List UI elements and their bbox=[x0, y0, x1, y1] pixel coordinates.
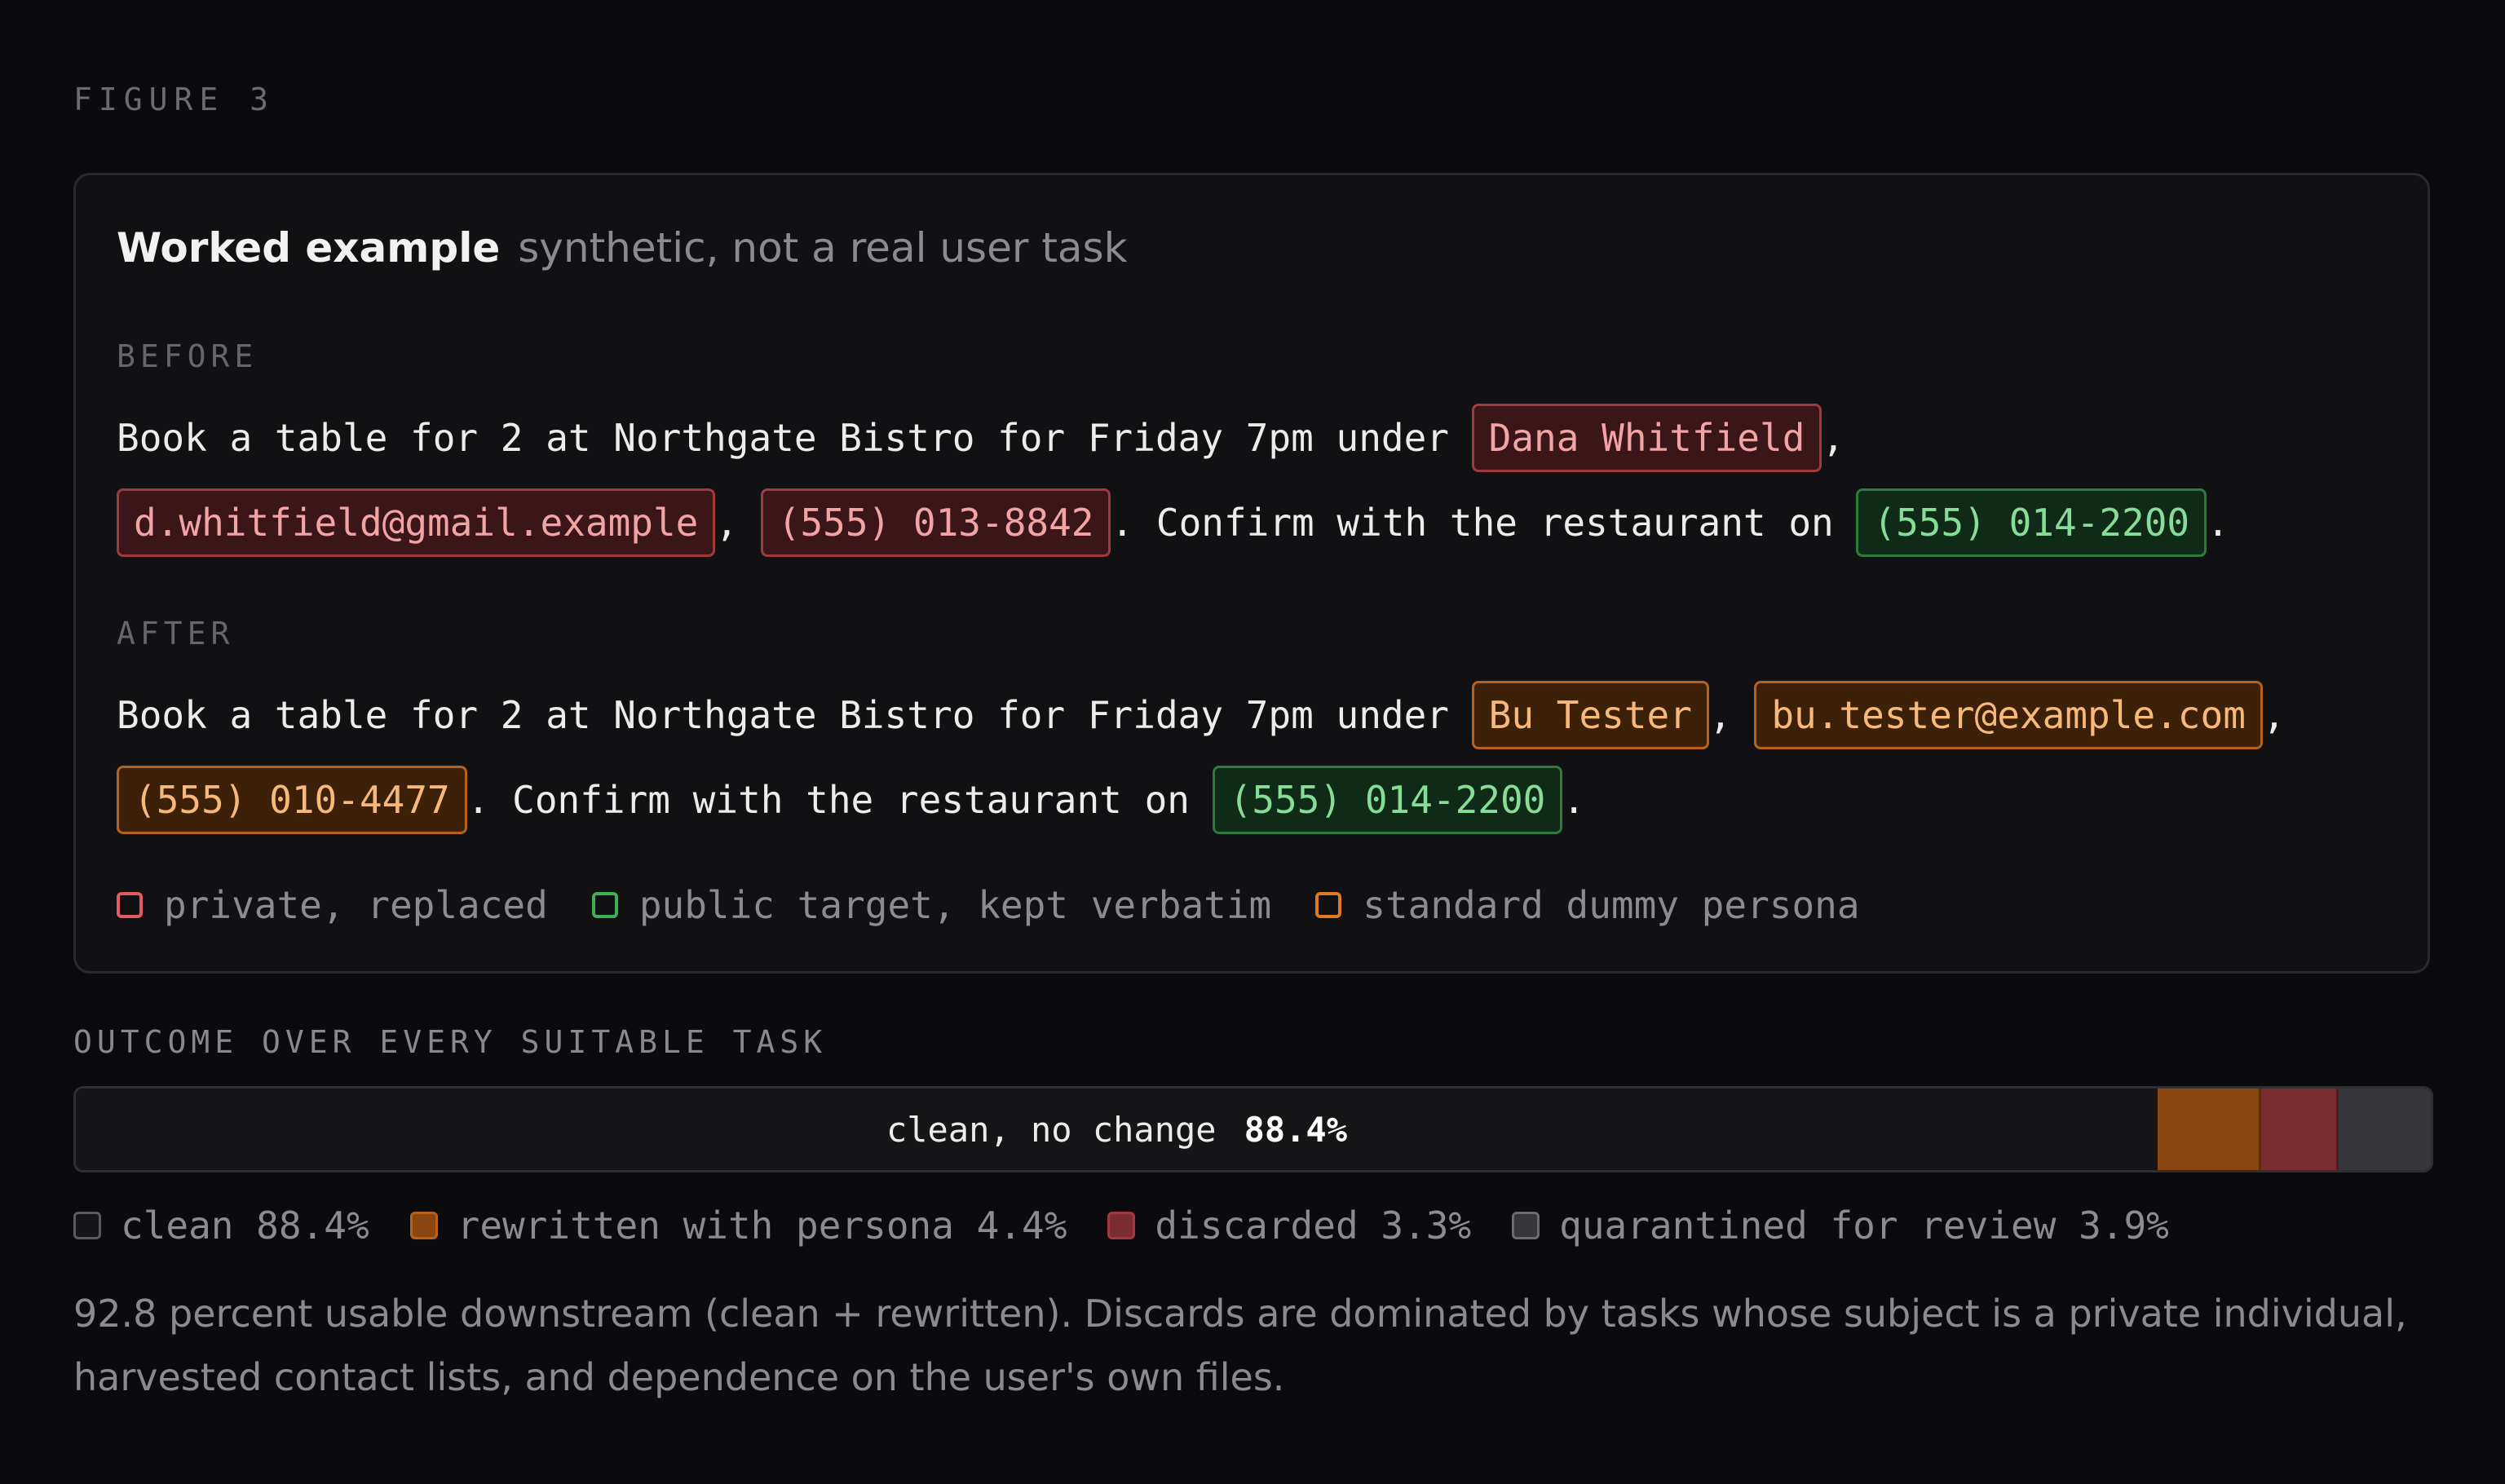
before-private-phone: (555) 013-8842 bbox=[760, 488, 1111, 557]
card-title: Worked example synthetic, not a real user… bbox=[117, 224, 1128, 272]
discarded-square-icon bbox=[1107, 1212, 1136, 1239]
bar-segment-clean: clean, no change 88.4% bbox=[76, 1089, 2158, 1170]
figure-label: FIGURE 3 bbox=[73, 82, 276, 117]
legend-orange-square-icon bbox=[1315, 892, 1342, 918]
before-private-name: Dana Whitfield bbox=[1471, 404, 1822, 472]
bar-segment-quarantined bbox=[2339, 1089, 2431, 1170]
bar-clean-pct: 88.4% bbox=[1244, 1109, 1347, 1150]
after-sentence-start: Book a table for 2 at Northgate Bistro f… bbox=[117, 693, 1472, 737]
bar-segment-rewritten bbox=[2157, 1089, 2262, 1170]
after-label: AFTER bbox=[117, 616, 235, 651]
figure: FIGURE 3 Worked example synthetic, not a … bbox=[0, 0, 2505, 1484]
before-private-email: d.whitfield@gmail.example bbox=[117, 488, 716, 557]
outcome-legend: clean 88.4% rewritten with persona 4.4% … bbox=[73, 1204, 2210, 1248]
legend-item-public: public target, kept verbatim bbox=[591, 883, 1271, 927]
outcome-stacked-bar: clean, no change 88.4% bbox=[73, 1086, 2433, 1173]
card-title-text: Worked example bbox=[117, 224, 501, 272]
before-public-phone: (555) 014-2200 bbox=[1856, 488, 2207, 557]
before-label: BEFORE bbox=[117, 338, 258, 374]
before-confirm-text: . Confirm with the restaurant on bbox=[1111, 501, 1857, 545]
outcome-label: OUTCOME OVER EVERY SUITABLE TASK bbox=[73, 1024, 828, 1060]
figure-caption: 92.8 percent usable downstream (clean + … bbox=[73, 1292, 2407, 1399]
before-line-1: Book a table for 2 at Northgate Bistro f… bbox=[117, 404, 1845, 472]
after-public-phone: (555) 014-2200 bbox=[1212, 766, 1563, 834]
after-persona-email: bu.tester@example.com bbox=[1754, 681, 2263, 749]
after-line-1: Book a table for 2 at Northgate Bistro f… bbox=[117, 681, 2286, 749]
chip-legend: private, replaced public target, kept ve… bbox=[117, 883, 1904, 927]
outcome-legend-rewritten: rewritten with persona 4.4% bbox=[409, 1204, 1067, 1248]
legend-green-square-icon bbox=[591, 892, 618, 918]
card-subtitle: synthetic, not a real user task bbox=[518, 224, 1128, 272]
after-line-2: (555) 010-4477. Confirm with the restaur… bbox=[117, 766, 1585, 834]
outcome-legend-quarantined: quarantined for review 3.9% bbox=[1512, 1204, 2169, 1248]
quarantined-square-icon bbox=[1512, 1212, 1540, 1239]
worked-example-card: Worked example synthetic, not a real user… bbox=[73, 173, 2430, 974]
bar-segment-discarded bbox=[2261, 1089, 2339, 1170]
before-line-2: d.whitfield@gmail.example, (555) 013-884… bbox=[117, 488, 2229, 557]
after-persona-phone: (555) 010-4477 bbox=[117, 766, 467, 834]
after-persona-name: Bu Tester bbox=[1471, 681, 1709, 749]
outcome-legend-clean: clean 88.4% bbox=[73, 1204, 369, 1248]
before-sentence-start: Book a table for 2 at Northgate Bistro f… bbox=[117, 416, 1472, 460]
legend-red-square-icon bbox=[117, 892, 143, 918]
legend-item-persona: standard dummy persona bbox=[1315, 883, 1860, 927]
outcome-legend-discarded: discarded 3.3% bbox=[1107, 1204, 1471, 1248]
legend-item-private: private, replaced bbox=[117, 883, 548, 927]
rewritten-square-icon bbox=[409, 1212, 438, 1239]
after-confirm-text: . Confirm with the restaurant on bbox=[466, 778, 1213, 822]
bar-segment-clean-label: clean, no change 88.4% bbox=[886, 1110, 1347, 1150]
bar-clean-text: clean, no change bbox=[886, 1109, 1217, 1150]
clean-square-icon bbox=[73, 1212, 101, 1239]
